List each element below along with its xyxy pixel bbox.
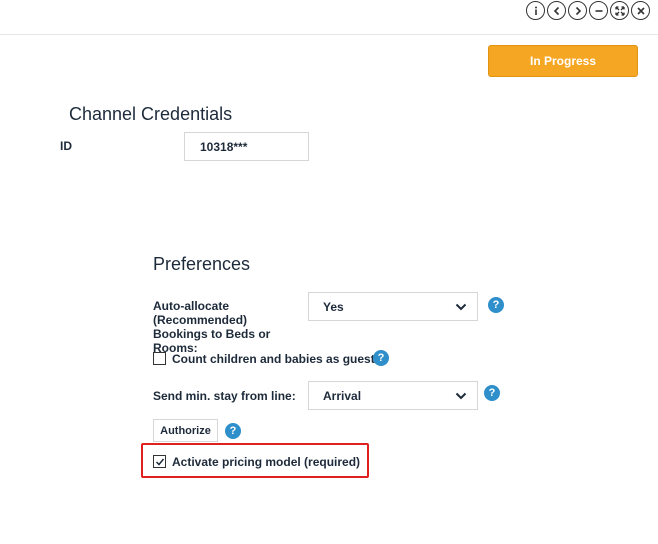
preferences-title: Preferences [153, 254, 251, 274]
chevron-down-icon [455, 392, 467, 399]
min-stay-help-icon[interactable]: ? [484, 385, 500, 401]
activate-pricing-checkbox[interactable] [153, 455, 166, 468]
minimize-icon[interactable] [589, 1, 608, 20]
id-value: 10318*** [200, 139, 248, 154]
authorize-button[interactable]: Authorize [153, 419, 218, 442]
back-icon[interactable] [547, 1, 566, 20]
activate-pricing-label: Activate pricing model (required) [172, 455, 361, 469]
close-icon[interactable] [631, 1, 650, 20]
auto-allocate-help-icon[interactable]: ? [488, 297, 504, 313]
chevron-down-icon [455, 303, 467, 310]
top-bar [0, 0, 658, 35]
expand-icon[interactable] [610, 1, 629, 20]
forward-icon[interactable] [568, 1, 587, 20]
min-stay-value: Arrival [323, 388, 362, 403]
in-progress-button[interactable]: In Progress [488, 45, 638, 77]
id-label: ID [60, 139, 72, 153]
id-field[interactable]: 10318*** [184, 132, 309, 161]
count-children-checkbox[interactable] [153, 352, 166, 365]
auto-allocate-label: Auto-allocate (Recommended) Bookings to … [153, 299, 271, 355]
min-stay-label: Send min. stay from line: [153, 389, 296, 403]
channel-credentials-title: Channel Credentials [69, 104, 233, 124]
auto-allocate-select[interactable]: Yes [308, 292, 478, 321]
checkmark-icon [155, 458, 165, 466]
window-controls [526, 1, 650, 20]
auto-allocate-value: Yes [323, 299, 344, 314]
min-stay-select[interactable]: Arrival [308, 381, 478, 410]
authorize-help-icon[interactable]: ? [225, 423, 241, 439]
count-children-help-icon[interactable]: ? [373, 350, 389, 366]
count-children-label: Count children and babies as guests [172, 352, 382, 366]
info-icon[interactable] [526, 1, 545, 20]
